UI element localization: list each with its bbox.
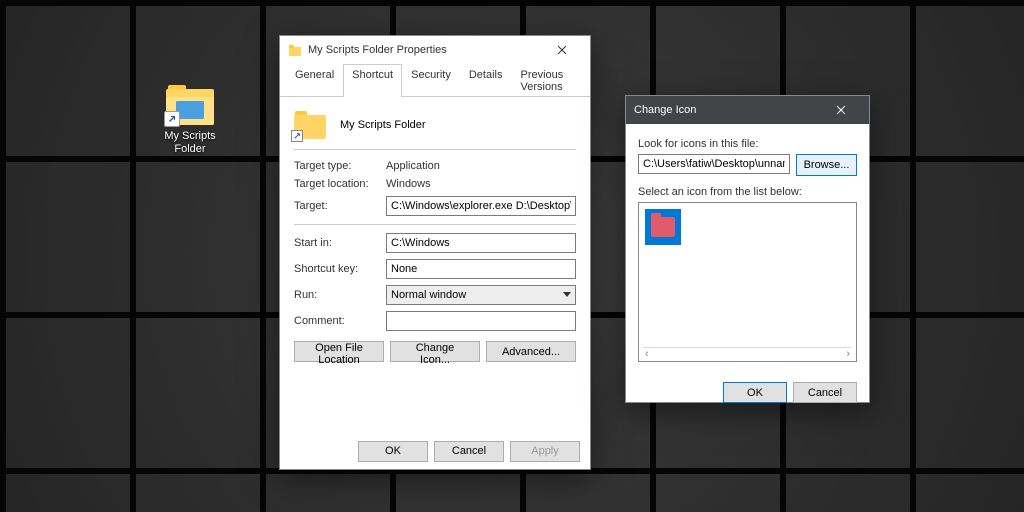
window-folder-icon bbox=[288, 43, 302, 57]
ok-button[interactable]: OK bbox=[723, 382, 787, 403]
target-label: Target: bbox=[294, 200, 386, 212]
shortcut-arrow-icon bbox=[164, 111, 180, 127]
change-icon-window: Change Icon Look for icons in this file:… bbox=[625, 95, 870, 403]
comment-input[interactable] bbox=[386, 311, 576, 331]
comment-label: Comment: bbox=[294, 315, 386, 327]
cancel-button[interactable]: Cancel bbox=[793, 382, 857, 403]
horizontal-scrollbar[interactable]: ‹› bbox=[643, 347, 852, 359]
cancel-button[interactable]: Cancel bbox=[434, 441, 504, 462]
red-folder-icon bbox=[651, 217, 675, 237]
shortcut-key-input[interactable] bbox=[386, 259, 576, 279]
target-input[interactable] bbox=[386, 196, 576, 216]
desktop-shortcut-label: My Scripts Folder bbox=[150, 129, 230, 157]
run-label: Run: bbox=[294, 289, 386, 301]
open-file-location-button[interactable]: Open File Location bbox=[294, 341, 384, 362]
apply-button[interactable]: Apply bbox=[510, 441, 580, 462]
properties-titlebar[interactable]: My Scripts Folder Properties bbox=[280, 36, 590, 64]
start-in-label: Start in: bbox=[294, 237, 386, 249]
icon-path-input[interactable] bbox=[638, 154, 790, 174]
shortcut-key-label: Shortcut key: bbox=[294, 263, 386, 275]
target-location-value: Windows bbox=[386, 178, 431, 190]
tab-details[interactable]: Details bbox=[460, 64, 512, 97]
desktop-shortcut[interactable]: My Scripts Folder bbox=[150, 85, 230, 157]
start-in-input[interactable] bbox=[386, 233, 576, 253]
change-icon-title: Change Icon bbox=[634, 104, 696, 116]
properties-title: My Scripts Folder Properties bbox=[308, 44, 447, 56]
target-location-label: Target location: bbox=[294, 178, 386, 190]
header-name: My Scripts Folder bbox=[340, 119, 426, 131]
advanced-button[interactable]: Advanced... bbox=[486, 341, 576, 362]
change-icon-titlebar[interactable]: Change Icon bbox=[626, 96, 869, 124]
browse-button[interactable]: Browse... bbox=[796, 154, 857, 176]
change-icon-button[interactable]: Change Icon... bbox=[390, 341, 480, 362]
close-icon[interactable] bbox=[542, 36, 582, 64]
tab-shortcut[interactable]: Shortcut bbox=[343, 64, 402, 97]
tab-general[interactable]: General bbox=[286, 64, 343, 97]
icon-list[interactable]: ‹› bbox=[638, 202, 857, 362]
tab-previous-versions[interactable]: Previous Versions bbox=[511, 64, 584, 97]
target-type-label: Target type: bbox=[294, 160, 386, 172]
run-select[interactable]: Normal window bbox=[386, 285, 576, 305]
properties-window: My Scripts Folder Properties General Sho… bbox=[279, 35, 591, 470]
properties-footer: OK Cancel Apply bbox=[280, 433, 590, 469]
properties-tabs: General Shortcut Security Details Previo… bbox=[280, 64, 590, 97]
icon-option-selected[interactable] bbox=[645, 209, 681, 245]
ok-button[interactable]: OK bbox=[358, 441, 428, 462]
folder-icon bbox=[166, 85, 214, 125]
target-type-value: Application bbox=[386, 160, 440, 172]
close-icon[interactable] bbox=[821, 96, 861, 124]
tab-security[interactable]: Security bbox=[402, 64, 460, 97]
look-for-icons-label: Look for icons in this file: bbox=[638, 138, 857, 150]
select-icon-label: Select an icon from the list below: bbox=[638, 186, 857, 198]
header-folder-icon bbox=[294, 111, 326, 139]
